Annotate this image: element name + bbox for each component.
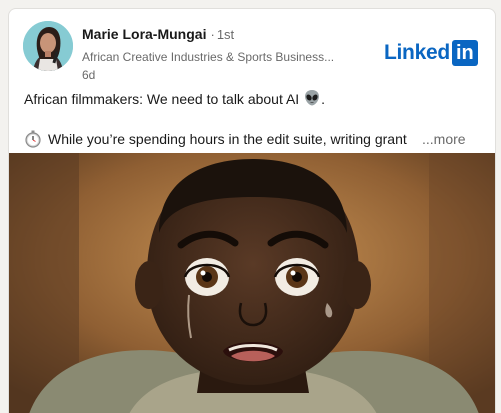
- post-image[interactable]: [9, 153, 495, 413]
- stopwatch-icon: [25, 130, 41, 148]
- author-name-line: Marie Lora-Mungai · 1st: [82, 25, 372, 44]
- illustration-frightened-man: [9, 153, 495, 413]
- alien-icon: [305, 90, 320, 106]
- linkedin-in-icon: in: [451, 40, 478, 66]
- author-avatar[interactable]: [23, 21, 73, 71]
- post-line-1: African filmmakers: We need to talk abou…: [24, 89, 484, 109]
- post-line-1-suffix: .: [321, 91, 325, 107]
- linkedin-wordmark: Linked: [384, 41, 450, 64]
- author-info: Marie Lora-Mungai · 1st African Creative I…: [82, 25, 372, 83]
- linkedin-logo: Linked in: [384, 39, 478, 67]
- author-headline: African Creative Industries & Sports Bus…: [82, 50, 335, 64]
- connection-degree: 1st: [216, 27, 235, 42]
- post-line-1-text: African filmmakers: We need to talk abou…: [24, 91, 300, 107]
- avatar-portrait-icon: [23, 21, 73, 71]
- post-body: African filmmakers: We need to talk abou…: [24, 89, 484, 149]
- post-line-2-text: While you’re spending hours in the edit …: [48, 131, 407, 147]
- post-card: Marie Lora-Mungai · 1st African Creative I…: [8, 8, 496, 413]
- separator-dot: ·: [210, 27, 215, 42]
- see-more-button[interactable]: ...more: [422, 129, 466, 149]
- author-name[interactable]: Marie Lora-Mungai: [82, 26, 206, 42]
- post-timestamp: 6d: [82, 68, 96, 82]
- post-line-2: While you’re spending hours in the edit …: [24, 129, 484, 149]
